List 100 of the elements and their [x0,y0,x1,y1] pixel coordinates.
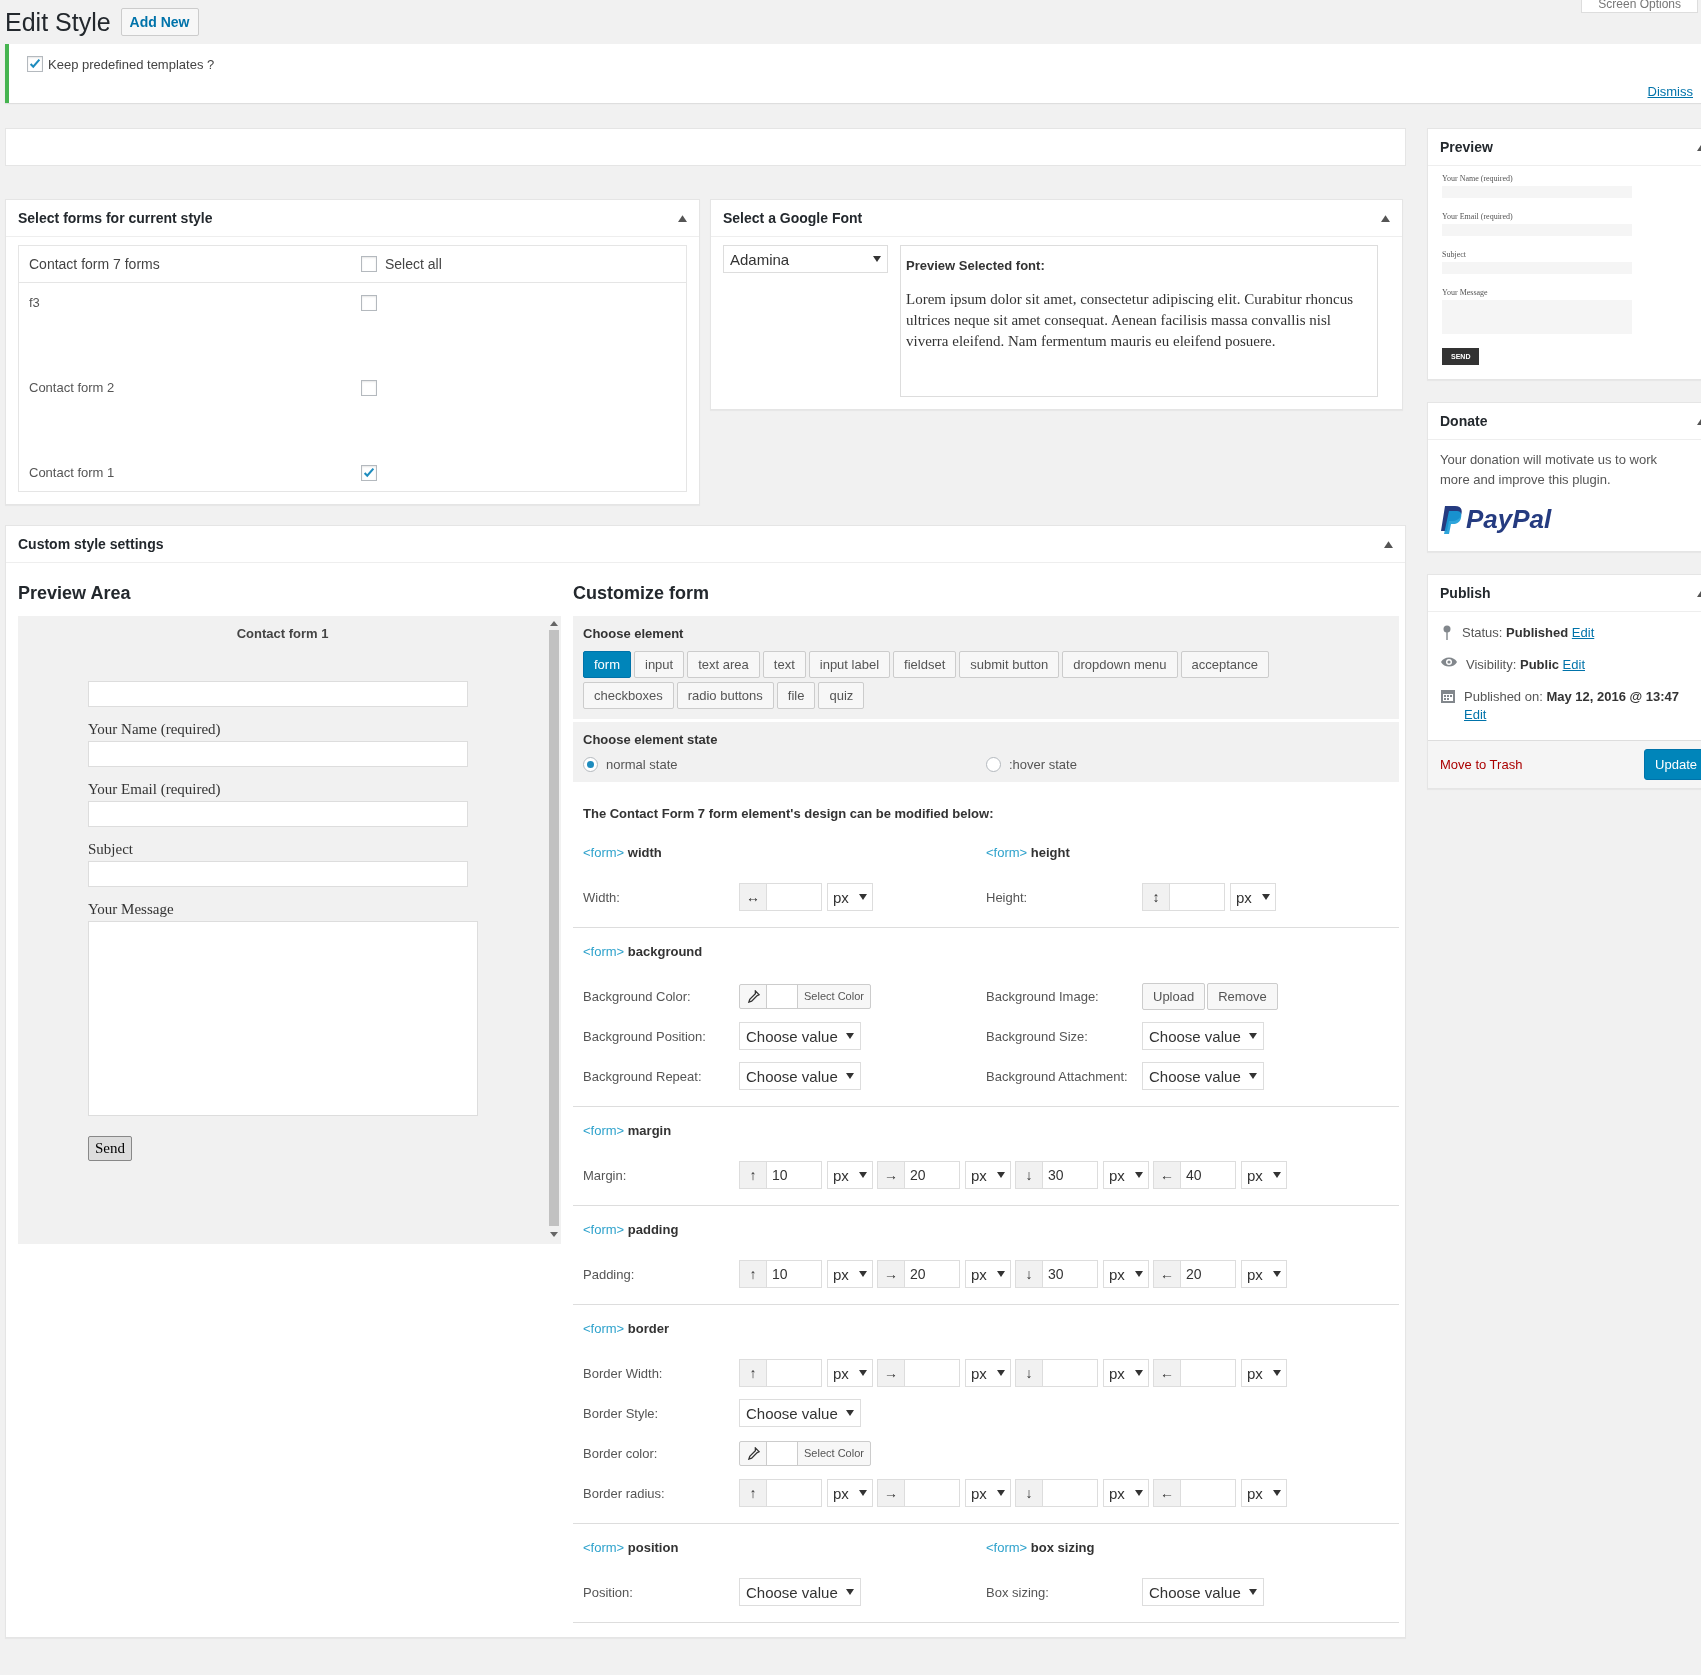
element-tab[interactable]: input [634,651,685,678]
preview-text: Lorem ipsum dolor sit amet, consectetur adipiscing elit. Curabitur rhoncus ultrices neque sit amet consequat. Aenean facilisis massa convallis nisl viverra eleifend. Nam fermentum mauris eu eleifend posuere. [906,290,1354,351]
checkbox[interactable] [361,295,377,311]
number-field[interactable] [767,1479,822,1507]
radio-button[interactable] [986,757,1001,772]
element-tab[interactable]: quiz [818,682,865,709]
value-dropdown[interactable]: Choose value [1142,1062,1264,1090]
element-tab[interactable]: form [583,651,631,678]
caret-icon [1135,1490,1143,1496]
element-tab[interactable]: submit button [959,651,1060,678]
unit-dropdown[interactable]: px [1103,1479,1149,1507]
value-dropdown[interactable]: Choose value [739,1578,861,1606]
unit-dropdown[interactable]: px [965,1260,1011,1288]
value-dropdown[interactable]: Choose value [1142,1022,1264,1050]
message-field[interactable] [88,921,478,1116]
number-field[interactable]: 10 [767,1260,822,1288]
color-picker-button[interactable]: Select Color [739,983,871,1009]
paypal-logo[interactable]: PayPal [1466,504,1552,535]
element-tab[interactable]: text [762,651,806,678]
unit-dropdown[interactable]: px [827,1260,873,1288]
unit-dropdown[interactable]: px [1103,1260,1149,1288]
value-dropdown[interactable]: Choose value [739,1062,861,1090]
edit-link[interactable]: Edit [1562,657,1585,672]
unit-dropdown[interactable]: px [965,1479,1011,1507]
number-field[interactable]: 20 [905,1260,960,1288]
unit-dropdown[interactable]: px [1241,1479,1287,1507]
update-button[interactable]: Update [1644,749,1701,780]
unit-dropdown[interactable]: px [1241,1260,1287,1288]
number-field[interactable]: 20 [1181,1260,1236,1288]
text-field[interactable] [88,681,468,707]
element-tab[interactable]: input label [808,651,891,678]
collapse-icon[interactable] [1381,214,1390,222]
number-field[interactable] [1043,1479,1098,1507]
number-field[interactable]: 30 [1043,1161,1098,1189]
checkbox[interactable] [361,256,377,272]
caret-icon [859,1490,867,1496]
unit-dropdown[interactable]: px [827,1161,873,1189]
collapse-icon[interactable] [678,214,687,222]
caret-icon [859,1172,867,1178]
unit-dropdown[interactable]: px [1230,883,1276,911]
value-dropdown[interactable]: Choose value [739,1399,861,1427]
unit-dropdown[interactable]: px [1103,1359,1149,1387]
number-field[interactable] [905,1359,960,1387]
image-button[interactable]: Upload [1142,982,1206,1010]
text-field[interactable] [88,861,468,887]
section-title: <form> background [583,944,704,961]
number-field[interactable] [1170,883,1225,911]
color-picker-button[interactable]: Select Color [739,1440,871,1466]
unit-dropdown[interactable]: px [827,883,873,911]
number-field[interactable]: 10 [767,1161,822,1189]
intro-text: The Contact Form 7 form element's design can be modified below: [582,805,995,823]
number-field[interactable] [1181,1479,1236,1507]
element-tab[interactable]: acceptance [1180,651,1270,678]
unit-dropdown[interactable]: px [827,1359,873,1387]
number-field[interactable]: 30 [1043,1260,1098,1288]
number-field[interactable] [767,883,822,911]
image-button[interactable]: Remove [1207,982,1278,1010]
number-field[interactable] [905,1479,960,1507]
field-label: Subject [1442,250,1467,259]
element-tab[interactable]: radio buttons [676,682,774,709]
text-field[interactable] [88,801,468,827]
color-swatch [767,984,798,1008]
element-tab[interactable]: file [776,682,816,709]
edit-link[interactable]: Edit [1571,625,1595,640]
text-field[interactable] [88,741,468,767]
unit-dropdown[interactable]: px [827,1479,873,1507]
element-tab[interactable]: fieldset [893,651,957,678]
radio-button[interactable] [583,757,598,772]
unit-dropdown[interactable]: px [965,1161,1011,1189]
edit-link[interactable]: Edit [1464,707,1487,722]
collapse-icon[interactable] [1384,540,1393,548]
unit-dropdown[interactable]: px [1241,1359,1287,1387]
number-field[interactable]: 20 [905,1161,960,1189]
add-new-button[interactable]: Add New [120,8,199,36]
unit-dropdown[interactable]: px [1241,1161,1287,1189]
element-tab[interactable]: dropdown menu [1062,651,1178,678]
unit-dropdown[interactable]: px [1103,1161,1149,1189]
value-dropdown[interactable]: Choose value [1142,1578,1264,1606]
send-button[interactable]: Send [88,1136,132,1161]
eye-icon [1440,656,1458,668]
section-heading: Preview Area [18,583,132,604]
element-tab[interactable]: text area [687,651,760,678]
checkbox[interactable] [361,465,377,481]
panel-title: Custom style settings [18,536,164,552]
number-field[interactable] [1043,1359,1098,1387]
number-field[interactable] [1181,1359,1236,1387]
unit-dropdown[interactable]: px [965,1359,1011,1387]
trash-link[interactable]: Move to Trash [1440,757,1523,772]
number-field[interactable]: 40 [1181,1161,1236,1189]
field-label: Background Attachment: [986,1068,1129,1084]
title-field[interactable] [5,128,1406,166]
checkbox[interactable] [27,56,43,72]
value-dropdown[interactable]: Choose value [739,1022,861,1050]
font-dropdown[interactable]: Adamina [723,245,888,273]
screen-options-tab[interactable]: Screen Options [1581,0,1698,13]
dismiss-link[interactable]: Dismiss [1647,84,1693,99]
element-tab[interactable]: checkboxes [583,682,674,709]
checkbox[interactable] [361,380,377,396]
caret-icon [997,1172,1005,1178]
number-field[interactable] [767,1359,822,1387]
